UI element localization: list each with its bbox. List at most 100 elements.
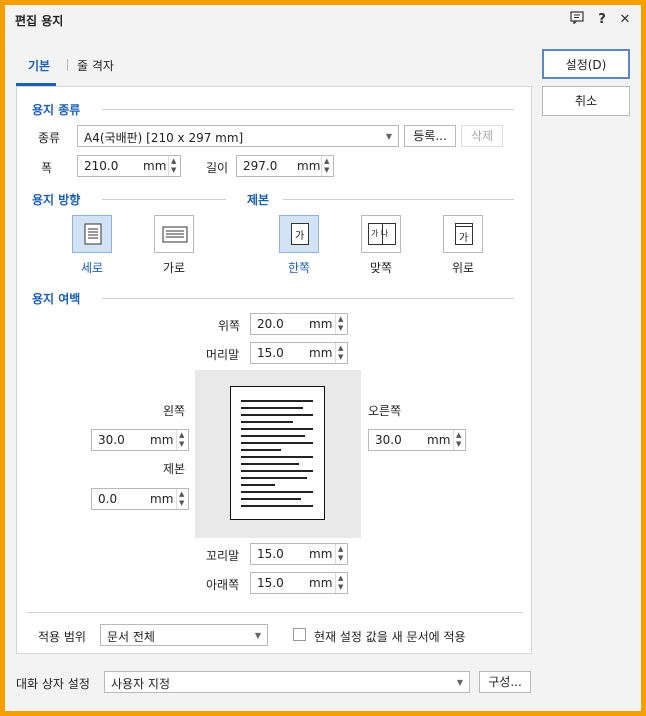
page-preview <box>195 370 361 538</box>
header-margin-stepper[interactable]: ▲ ▼ <box>335 343 347 363</box>
height-value: 297.0 <box>243 159 278 173</box>
binding-margin-label: 제본 <box>163 462 186 476</box>
tab-grid[interactable]: 줄 격자 <box>77 57 114 74</box>
top-margin-label: 위쪽 <box>218 319 241 333</box>
left-margin-stepper[interactable]: ▲ ▼ <box>176 430 188 450</box>
bottom-margin-label: 아래쪽 <box>206 578 240 592</box>
register-button[interactable]: 등록... <box>404 125 456 147</box>
header-margin-input[interactable]: 15.0 mm ▲ ▼ <box>250 342 348 364</box>
height-label: 길이 <box>206 161 229 175</box>
dialog-settings-label: 대화 상자 설정 <box>16 677 90 691</box>
binding-margin-unit: mm <box>150 492 174 506</box>
apply-scope-dropdown[interactable]: 문서 전체 ▼ <box>100 624 268 646</box>
right-margin-value: 30.0 <box>375 433 402 447</box>
apply-divider <box>27 612 522 613</box>
comment-icon[interactable] <box>568 11 586 29</box>
configure-button[interactable]: 구성... <box>479 671 531 693</box>
chevron-down-icon: ▼ <box>456 678 463 687</box>
bottom-margin-stepper[interactable]: ▲ ▼ <box>335 573 347 593</box>
bottom-margin-input[interactable]: 15.0 mm ▲ ▼ <box>250 572 348 594</box>
paper-type-section-title: 용지 종류 <box>32 103 81 117</box>
help-icon[interactable]: ? <box>593 11 611 29</box>
dialog-settings-value: 사용자 지정 <box>111 677 171 691</box>
footer-margin-label: 꼬리말 <box>206 549 240 563</box>
top-margin-value: 20.0 <box>257 317 284 331</box>
footer-margin-value: 15.0 <box>257 547 284 561</box>
binding-facing-icon: 가 나 <box>368 223 396 245</box>
section-divider <box>102 199 226 200</box>
footer-margin-input[interactable]: 15.0 mm ▲ ▼ <box>250 543 348 565</box>
chevron-down-icon: ▼ <box>254 631 261 640</box>
binding-margin-stepper[interactable]: ▲ ▼ <box>176 489 188 509</box>
paper-kind-label: 종류 <box>38 131 61 145</box>
cancel-button[interactable]: 취소 <box>542 86 630 116</box>
landscape-icon <box>162 226 188 243</box>
paper-kind-dropdown[interactable]: A4(국배판) [210 x 297 mm] ▼ <box>77 125 399 147</box>
binding-single-icon: 가 <box>291 223 309 245</box>
section-divider <box>283 199 514 200</box>
tab-separator <box>67 59 68 71</box>
landscape-label: 가로 <box>162 261 186 275</box>
width-label: 폭 <box>41 161 53 175</box>
width-stepper[interactable]: ▲ ▼ <box>168 156 180 176</box>
top-margin-input[interactable]: 20.0 mm ▲ ▼ <box>250 313 348 335</box>
left-margin-label: 왼쪽 <box>163 404 186 418</box>
section-divider <box>102 298 514 299</box>
portrait-label: 세로 <box>80 261 104 275</box>
apply-default-label: 현재 설정 값을 새 문서에 적용 <box>314 630 466 644</box>
chevron-down-icon: ▼ <box>385 132 392 141</box>
delete-button[interactable]: 삭제 <box>461 125 503 147</box>
preview-page <box>230 386 325 520</box>
ok-button[interactable]: 설정(D) <box>542 49 630 79</box>
binding-top-option[interactable]: 가 <box>443 215 483 253</box>
header-margin-label: 머리말 <box>206 348 240 362</box>
tab-basic[interactable]: 기본 <box>28 57 50 74</box>
left-margin-unit: mm <box>150 433 174 447</box>
section-divider <box>102 109 514 110</box>
right-margin-label: 오른쪽 <box>368 404 402 418</box>
footer-margin-stepper[interactable]: ▲ ▼ <box>335 544 347 564</box>
header-margin-unit: mm <box>309 346 333 360</box>
title-bar: 편집 용지 ? ✕ <box>5 5 641 35</box>
footer-margin-unit: mm <box>309 547 333 561</box>
dialog-settings-dropdown[interactable]: 사용자 지정 ▼ <box>104 671 470 693</box>
binding-margin-input[interactable]: 0.0 mm ▲ ▼ <box>91 488 189 510</box>
apply-scope-label: 적용 범위 <box>38 630 86 644</box>
portrait-option[interactable] <box>72 215 112 253</box>
binding-facing-label: 맞쪽 <box>369 261 393 275</box>
landscape-option[interactable] <box>154 215 194 253</box>
top-margin-stepper[interactable]: ▲ ▼ <box>335 314 347 334</box>
binding-top-label: 위로 <box>451 261 475 275</box>
height-unit: mm <box>297 159 321 173</box>
dialog-window: 편집 용지 ? ✕ 기본 줄 격자 설정(D) 취소 용지 종류 종류 A4(국… <box>0 0 646 716</box>
height-input[interactable]: 297.0 mm ▲ ▼ <box>236 155 334 177</box>
bottom-margin-value: 15.0 <box>257 576 284 590</box>
tab-bar: 기본 줄 격자 <box>16 49 532 87</box>
right-margin-unit: mm <box>427 433 451 447</box>
paper-kind-value: A4(국배판) [210 x 297 mm] <box>84 131 244 145</box>
binding-section-title: 제본 <box>247 193 270 207</box>
binding-facing-option[interactable]: 가 나 <box>361 215 401 253</box>
apply-scope-value: 문서 전체 <box>107 630 155 644</box>
apply-default-checkbox[interactable] <box>293 628 306 641</box>
orientation-section-title: 용지 방향 <box>32 193 81 207</box>
width-unit: mm <box>143 159 167 173</box>
dialog-title: 편집 용지 <box>15 14 64 28</box>
binding-single-option[interactable]: 가 <box>279 215 319 253</box>
left-margin-input[interactable]: 30.0 mm ▲ ▼ <box>91 429 189 451</box>
left-margin-value: 30.0 <box>98 433 125 447</box>
width-input[interactable]: 210.0 mm ▲ ▼ <box>77 155 181 177</box>
portrait-icon <box>84 223 102 245</box>
top-margin-unit: mm <box>309 317 333 331</box>
binding-margin-value: 0.0 <box>98 492 118 506</box>
height-stepper[interactable]: ▲ ▼ <box>321 156 333 176</box>
margins-section-title: 용지 여백 <box>32 292 81 306</box>
bottom-margin-unit: mm <box>309 576 333 590</box>
right-margin-stepper[interactable]: ▲ ▼ <box>453 430 465 450</box>
binding-top-icon: 가 <box>455 223 473 245</box>
header-margin-value: 15.0 <box>257 346 284 360</box>
basic-tab-panel: 용지 종류 종류 A4(국배판) [210 x 297 mm] ▼ 등록... … <box>16 86 532 654</box>
right-margin-input[interactable]: 30.0 mm ▲ ▼ <box>368 429 466 451</box>
binding-single-label: 한쪽 <box>287 261 311 275</box>
close-icon[interactable]: ✕ <box>616 11 634 29</box>
